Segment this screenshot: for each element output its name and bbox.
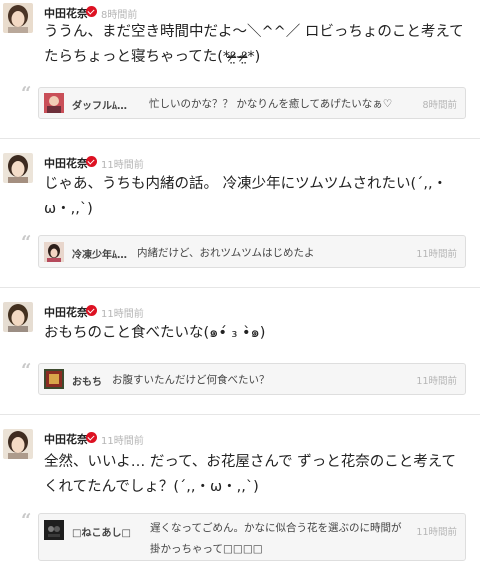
reply-card[interactable]: □ねこあし□ 遅くなってごめん。かなに似合う花を選ぶのに時間が掛かっちゃって□□… [38,513,466,561]
quote-icon: “ [21,83,32,104]
reply-author-name[interactable]: □ねこあし□ [72,524,131,539]
post-time: 11時間前 [101,436,144,447]
post-time: 11時間前 [101,160,144,171]
author-name[interactable]: 中田花奈 [44,431,88,447]
reply-time: 11時間前 [416,376,457,387]
author-avatar[interactable] [3,302,33,332]
author-avatar[interactable] [3,153,33,183]
post-text: おもちのこと食べたいな(๑•́ ₃ •̀๑) [44,325,266,341]
reply-card[interactable]: おもち お腹すいたんだけど何食べたい？ 11時間前 [38,363,466,395]
reply-avatar [44,369,64,389]
reply-author-name[interactable]: 冷凍少年ﾑ… [72,246,127,261]
reply-card[interactable]: 冷凍少年ﾑ… 内緒だけど、おれツムツムはじめたよ 11時間前 [38,235,466,268]
post-text: じゃあ、うちも内緒の話。 冷凍少年にツムツムされたい(´,,・ω・,,`) [44,176,448,217]
post-item: 中田花奈 8時間前 ううん、まだ空き時間中だよ〜＼^^／ ロビっちょのこと考えて… [0,0,480,138]
author-avatar[interactable] [3,429,33,459]
author-name[interactable]: 中田花奈 [44,304,88,320]
author-name[interactable]: 中田花奈 [44,5,88,21]
reply-card[interactable]: ダッフルﾑ… 忙しいのかな？？ かなりんを癒してあげたいなぁ♡ 8時間前 [38,87,466,119]
quote-icon: “ [21,360,32,381]
verified-badge-icon [86,305,97,316]
verified-badge-icon [86,432,97,443]
post-time: 8時間前 [101,10,138,21]
post-item: 中田花奈 11時間前 おもちのこと食べたいな(๑•́ ₃ •̀๑) “ おもち … [0,288,480,414]
reply-text: 忙しいのかな？？ かなりんを癒してあげたいなぁ♡ [149,98,393,110]
reply-author-name[interactable]: おもち [72,373,102,388]
reply-avatar [44,520,64,540]
reply-text: お腹すいたんだけど何食べたい？ [112,374,270,386]
verified-badge-icon [86,156,97,167]
author-avatar[interactable] [3,3,33,33]
post-time: 11時間前 [101,309,144,320]
reply-time: 11時間前 [416,527,457,538]
reply-time: 8時間前 [422,100,457,111]
post-text: 全然、いいよ… だって、お花屋さんで ずっと花奈のこと考えてくれてたんでしょ？(… [44,454,457,495]
post-item: 中田花奈 11時間前 じゃあ、うちも内緒の話。 冷凍少年にツムツムされたい(´,… [0,139,480,287]
reply-time: 11時間前 [416,249,457,260]
verified-badge-icon [86,6,97,17]
reply-text: 内緒だけど、おれツムツムはじめたよ [137,247,315,259]
quote-icon: “ [21,232,32,253]
author-name[interactable]: 中田花奈 [44,155,88,171]
reply-text: 遅くなってごめん。かなに似合う花を選ぶのに時間が掛かっちゃって□□□□ [150,522,402,555]
post-item: 中田花奈 11時間前 全然、いいよ… だって、お花屋さんで ずっと花奈のこと考え… [0,415,480,561]
post-text: ううん、まだ空き時間中だよ〜＼^^／ ロビっちょのこと考えてたらちょっと寝ちゃっ… [44,24,464,65]
reply-avatar [44,93,64,113]
quote-icon: “ [21,510,32,531]
reply-avatar [44,242,64,262]
reply-author-name[interactable]: ダッフルﾑ… [72,97,127,112]
